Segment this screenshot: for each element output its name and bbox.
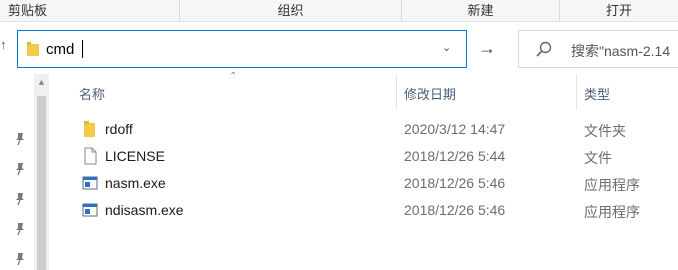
file-modified: 2018/12/26 5:46 (404, 202, 506, 218)
file-type: 应用程序 (584, 204, 640, 220)
column-divider[interactable] (576, 74, 577, 110)
column-divider[interactable] (396, 74, 397, 110)
exe-icon (82, 203, 98, 217)
column-header-name[interactable]: 名称 (79, 84, 105, 103)
up-arrow-icon[interactable]: ↑ (0, 34, 12, 56)
folder-icon (84, 121, 95, 137)
pin-icon[interactable] (14, 132, 26, 146)
address-input[interactable] (46, 39, 426, 59)
pin-icon[interactable] (14, 222, 26, 236)
address-bar[interactable]: ⌄ (17, 30, 467, 68)
file-row[interactable]: LICENSE 2018/12/26 5:44 文件 (76, 143, 678, 169)
file-type: 应用程序 (584, 177, 640, 193)
pin-icon[interactable] (14, 252, 26, 266)
chevron-down-icon[interactable]: ⌄ (442, 41, 456, 55)
ribbon-group-new[interactable]: 新建 (402, 0, 560, 22)
file-row[interactable]: ndisasm.exe 2018/12/26 5:46 应用程序 (76, 197, 678, 223)
file-name: ndisasm.exe (105, 202, 184, 218)
search-placeholder: 搜索"nasm-2.14 (571, 43, 671, 59)
file-modified: 2018/12/26 5:46 (404, 175, 506, 191)
text-caret (82, 40, 83, 58)
file-row[interactable]: nasm.exe 2018/12/26 5:46 应用程序 (76, 170, 678, 196)
sort-ascending-icon: ⌃ (229, 71, 238, 82)
folder-icon (27, 42, 39, 56)
file-type: 文件 (584, 150, 612, 166)
column-header-modified[interactable]: 修改日期 (404, 84, 456, 103)
file-name: LICENSE (105, 148, 165, 164)
search-icon (536, 41, 552, 57)
file-modified: 2020/3/12 14:47 (404, 121, 506, 137)
ribbon-bar: 剪贴板 组织 新建 打开 (0, 0, 678, 22)
ribbon-group-clipboard[interactable]: 剪贴板 (0, 0, 180, 22)
pin-icon[interactable] (14, 162, 26, 176)
column-header-type[interactable]: 类型 (584, 84, 610, 103)
scrollbar-thumb[interactable] (37, 96, 46, 270)
search-box[interactable]: 搜索"nasm-2.14 (518, 30, 678, 68)
ribbon-group-organize[interactable]: 组织 (180, 0, 402, 22)
file-name: nasm.exe (105, 175, 166, 191)
pin-icon[interactable] (14, 192, 26, 206)
exe-icon (82, 176, 98, 190)
arrow-right-icon[interactable]: → (477, 38, 497, 58)
file-type: 文件夹 (584, 123, 626, 139)
file-icon (84, 147, 97, 165)
file-modified: 2018/12/26 5:44 (404, 148, 506, 164)
nav-scrollbar[interactable]: ▲ (34, 74, 49, 270)
file-row[interactable]: rdoff 2020/3/12 14:47 文件夹 (76, 116, 678, 142)
file-name: rdoff (105, 121, 133, 137)
scroll-up-icon[interactable]: ▲ (37, 78, 46, 87)
ribbon-group-open[interactable]: 打开 (560, 0, 678, 22)
